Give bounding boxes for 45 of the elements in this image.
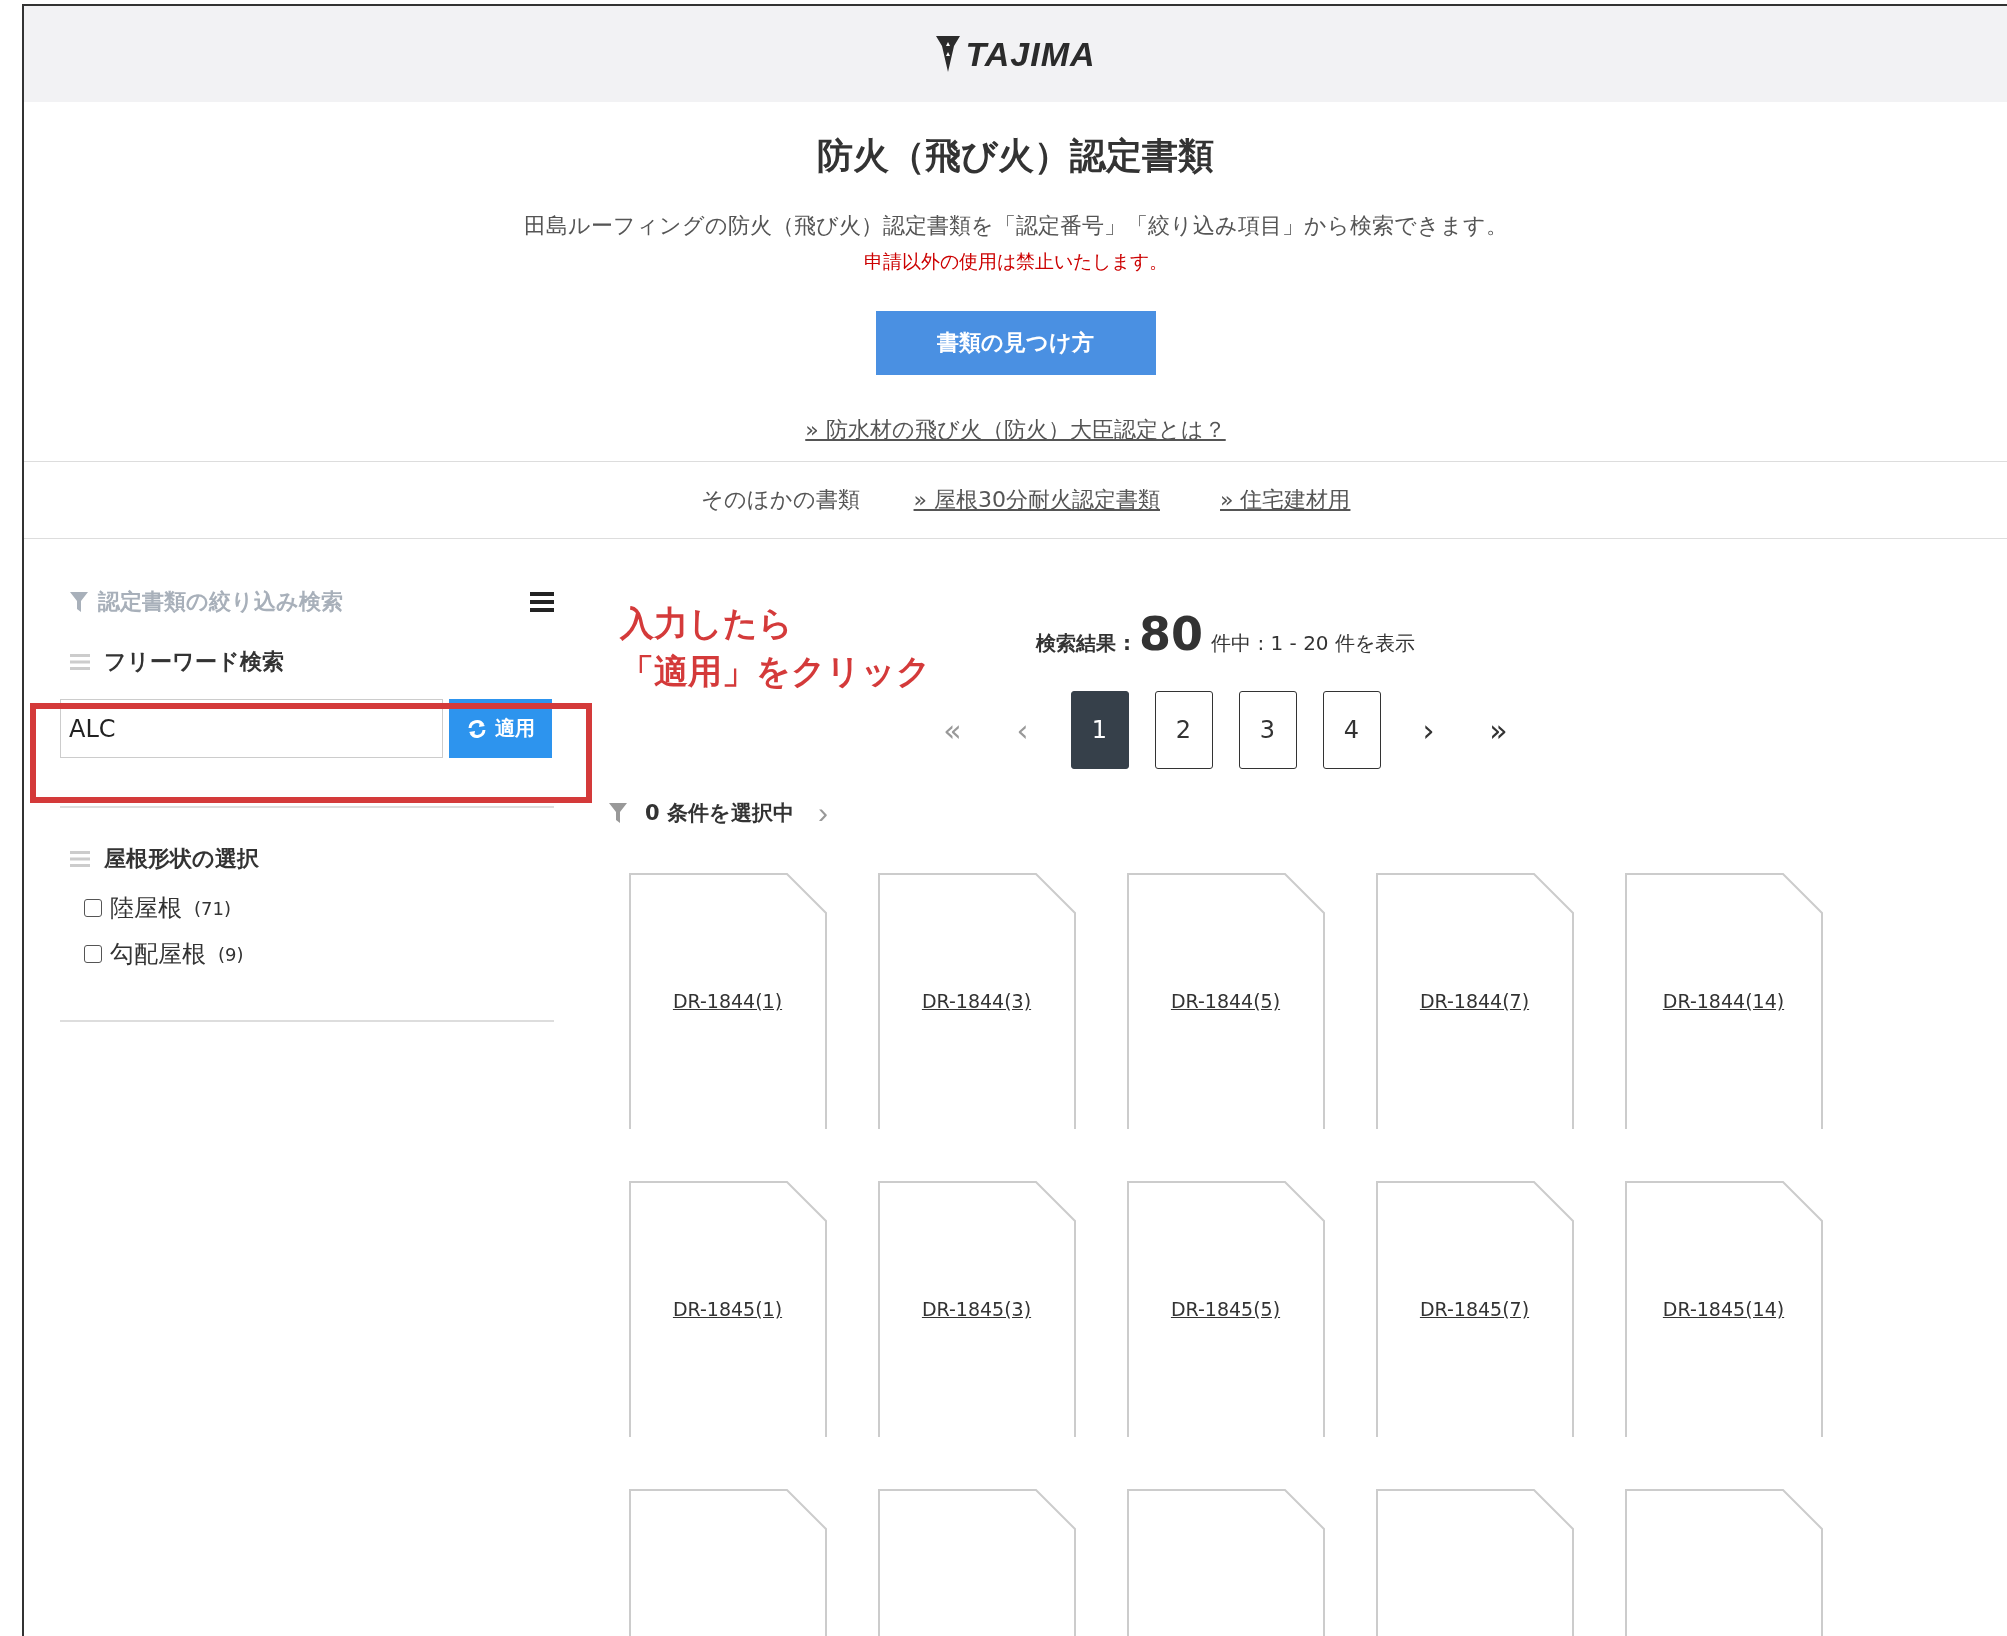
document-link[interactable]: DR-1844(7) [1419, 990, 1530, 1012]
results-range: 件中 : 1 - 20 件を表示 [1211, 630, 1415, 657]
filter-title: 認定書類の絞り込み検索 [98, 588, 343, 616]
checkbox[interactable] [84, 899, 102, 917]
last-page-button[interactable]: » [1476, 711, 1521, 749]
filter-count: 0 条件を選択中 [645, 800, 794, 827]
document-link[interactable]: DR-1845(1) [672, 1298, 783, 1320]
checkbox[interactable] [84, 945, 102, 963]
drag-handle-icon [70, 851, 90, 867]
document-link[interactable]: DR-1845(7) [1419, 1298, 1530, 1320]
menu-icon[interactable] [530, 592, 554, 612]
page-button[interactable]: 4 [1322, 691, 1381, 769]
section-heading: フリーワード検索 [104, 648, 284, 676]
description-text: 田島ルーフィングの防火（飛び火）認定書類を「認定番号」「絞り込み項目」から検索できます。 [523, 212, 1508, 240]
drag-handle-icon [70, 654, 90, 670]
document-link[interactable]: DR-1845(3) [921, 1298, 1032, 1320]
next-page-button[interactable]: › [1406, 711, 1451, 749]
page-button[interactable]: 3 [1238, 691, 1297, 769]
page-button[interactable]: 2 [1154, 691, 1213, 769]
document-link[interactable]: DR-1844(1) [672, 990, 783, 1012]
annotation-text: 入力したら 「適用」をクリック [620, 602, 931, 693]
notice-text: 申請以外の使用は禁止いたします。 [863, 249, 1168, 274]
document-link[interactable]: DR-1844(5) [1170, 990, 1281, 1012]
refresh-icon [466, 718, 487, 739]
document-link[interactable]: DR-1844(14) [1662, 990, 1785, 1012]
page-title: 防火（飛び火）認定書類 [817, 134, 1214, 178]
option-count: (71) [194, 897, 231, 919]
filter-icon [70, 592, 88, 612]
document-category-link[interactable]: » 屋根30分耐火認定書類 [913, 485, 1160, 515]
document-category-link[interactable]: » 住宅建材用 [1220, 485, 1351, 515]
option-label: 勾配屋根 [110, 939, 206, 970]
document-link[interactable]: DR-1845(14) [1662, 1298, 1785, 1320]
results-label: 検索結果 : [1036, 630, 1131, 657]
section-heading: 屋根形状の選択 [104, 845, 259, 873]
filter-icon [609, 803, 627, 823]
logo-text: TAJIMA [965, 34, 1096, 74]
option-count: (9) [218, 943, 244, 965]
option-label: 陸屋根 [110, 893, 182, 924]
page-button[interactable]: 1 [1070, 691, 1129, 769]
document-link[interactable]: DR-1845(5) [1170, 1298, 1281, 1320]
results-total: 80 [1139, 607, 1204, 661]
document-link[interactable]: DR-1844(3) [921, 990, 1032, 1012]
other-documents-label: そのほかの書類 [700, 486, 860, 514]
freeword-input[interactable]: ALC [60, 699, 443, 758]
certification-link[interactable]: » 防水材の飛び火（防火）大臣認定とは？ [805, 415, 1226, 445]
